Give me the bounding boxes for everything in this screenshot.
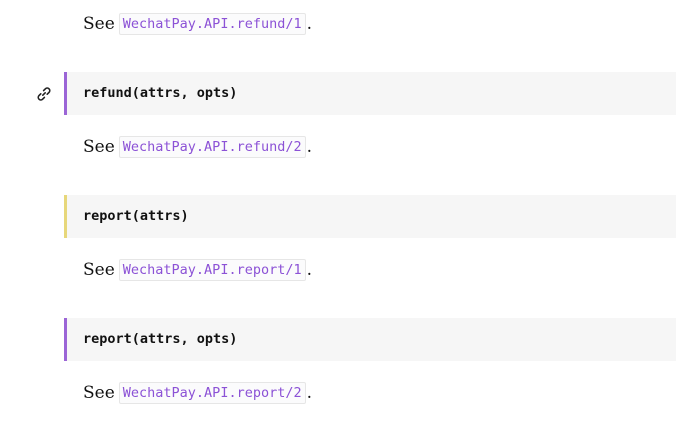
see-text: See — [83, 260, 115, 280]
function-link[interactable]: WechatPay.API.refund/2 — [118, 136, 306, 158]
doc-paragraph: See WechatPay.API.refund/1. — [83, 11, 312, 37]
function-detail-header: report(attrs, opts) — [64, 318, 676, 361]
doc-paragraph: See WechatPay.API.report/2. — [83, 380, 312, 406]
see-text: See — [83, 137, 115, 157]
function-link[interactable]: WechatPay.API.refund/1 — [118, 13, 306, 35]
link-icon[interactable] — [35, 85, 53, 103]
function-detail-header: report(attrs) — [64, 195, 676, 238]
see-text: See — [83, 383, 115, 403]
function-link[interactable]: WechatPay.API.report/1 — [118, 259, 306, 281]
period: . — [306, 383, 312, 403]
period: . — [306, 137, 312, 157]
doc-paragraph: See WechatPay.API.report/1. — [83, 257, 312, 283]
function-signature: refund(attrs, opts) — [83, 85, 238, 101]
function-detail-header: refund(attrs, opts) — [64, 72, 676, 115]
period: . — [306, 260, 312, 280]
period: . — [306, 14, 312, 34]
see-text: See — [83, 14, 115, 34]
function-signature: report(attrs, opts) — [83, 331, 238, 347]
function-link[interactable]: WechatPay.API.report/2 — [118, 382, 306, 404]
doc-paragraph: See WechatPay.API.refund/2. — [83, 134, 312, 160]
function-signature: report(attrs) — [83, 208, 189, 224]
